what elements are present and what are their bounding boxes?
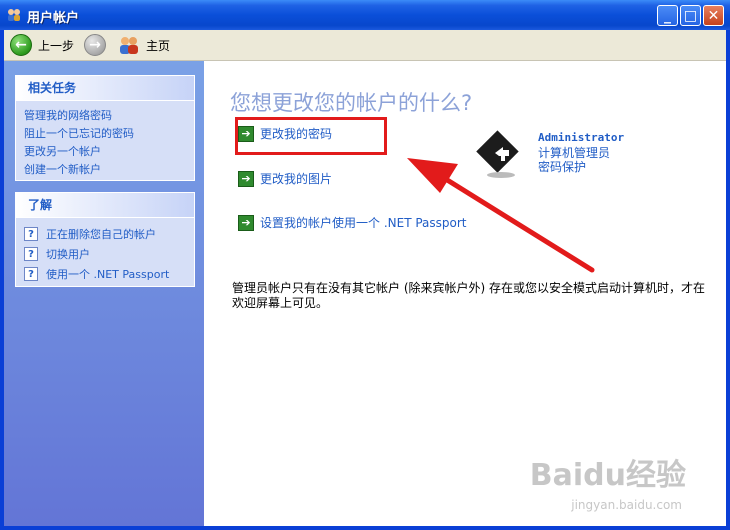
help-icon: ? [24,227,38,241]
related-tasks-panel: 相关任务 管理我的网络密码 阻止一个已忘记的密码 更改另一个帐户 创建一个新帐户 [15,75,195,181]
forward-button[interactable]: → [84,34,106,56]
related-tasks-title[interactable]: 相关任务 [16,76,194,101]
green-arrow-icon: ➔ [238,170,254,187]
back-button[interactable]: ← 上一步 [10,34,74,56]
learn-about-panel: 了解 ? 正在删除您自己的帐户 ? 切换用户 ? 使用一个 .NET Passp… [15,192,195,287]
task-create-new-account[interactable]: 创建一个新帐户 [24,161,186,179]
forward-arrow-icon: → [84,34,106,56]
back-arrow-icon: ← [10,34,32,56]
task-change-another-account[interactable]: 更改另一个帐户 [24,143,186,161]
green-arrow-icon: ➔ [238,125,254,142]
learn-item-label: 切换用户 [46,248,90,261]
option-label: 更改我的密码 [260,127,333,141]
task-manage-network-passwords[interactable]: 管理我的网络密码 [24,107,186,125]
learn-about-title[interactable]: 了解 [16,193,194,218]
toolbar: ← 上一步 → 主页 [4,30,726,61]
account-picture-icon [475,127,527,179]
option-change-picture[interactable]: ➔ 更改我的图片 [238,170,332,187]
home-button[interactable]: 主页 [118,34,170,56]
option-change-password[interactable]: ➔ 更改我的密码 [238,125,332,142]
title-bar[interactable]: 用户帐户 _ □ ✕ [0,0,730,30]
user-accounts-window: 用户帐户 _ □ ✕ ← 上一步 → 主页 相关任务 管理我的网络密码 阻止一个… [0,0,730,530]
watermark-url: jingyan.baidu.com [571,498,682,512]
main-content: 您想更改您的帐户的什么? ➔ 更改我的密码 ➔ 更改我的图片 ➔ 设置我的帐户使… [204,61,726,526]
green-arrow-icon: ➔ [238,214,254,231]
window-title: 用户帐户 [27,11,80,26]
learn-item-net-passport[interactable]: ? 使用一个 .NET Passport [24,264,186,284]
learn-item-label: 正在删除您自己的帐户 [46,228,156,241]
minimize-button[interactable]: _ [657,5,678,26]
learn-item-switch-user[interactable]: ? 切换用户 [24,244,186,264]
help-icon: ? [24,247,38,261]
home-users-icon [120,37,138,54]
help-icon: ? [24,267,38,281]
option-net-passport[interactable]: ➔ 设置我的帐户使用一个 .NET Passport [238,214,467,231]
task-prevent-forgotten-password[interactable]: 阻止一个已忘记的密码 [24,125,186,143]
maximize-button[interactable]: □ [680,5,701,26]
page-heading: 您想更改您的帐户的什么? [230,91,473,115]
option-label: 更改我的图片 [260,172,333,186]
watermark-brand: Baidu经验 [529,458,686,493]
left-task-pane: 相关任务 管理我的网络密码 阻止一个已忘记的密码 更改另一个帐户 创建一个新帐户… [4,61,204,526]
learn-item-label: 使用一个 .NET Passport [46,268,170,281]
account-status: 密码保护 [538,160,587,174]
back-label: 上一步 [38,38,75,53]
option-label: 设置我的帐户使用一个 .NET Passport [260,216,467,230]
learn-item-delete-account[interactable]: ? 正在删除您自己的帐户 [24,224,186,244]
admin-visibility-note: 管理员帐户只有在没有其它帐户 (除来宾帐户外) 存在或您以安全模式启动计算机时，… [232,281,705,310]
users-icon [8,9,20,21]
home-label: 主页 [146,38,171,53]
account-name: Administrator [538,131,625,144]
close-button[interactable]: ✕ [703,5,724,26]
